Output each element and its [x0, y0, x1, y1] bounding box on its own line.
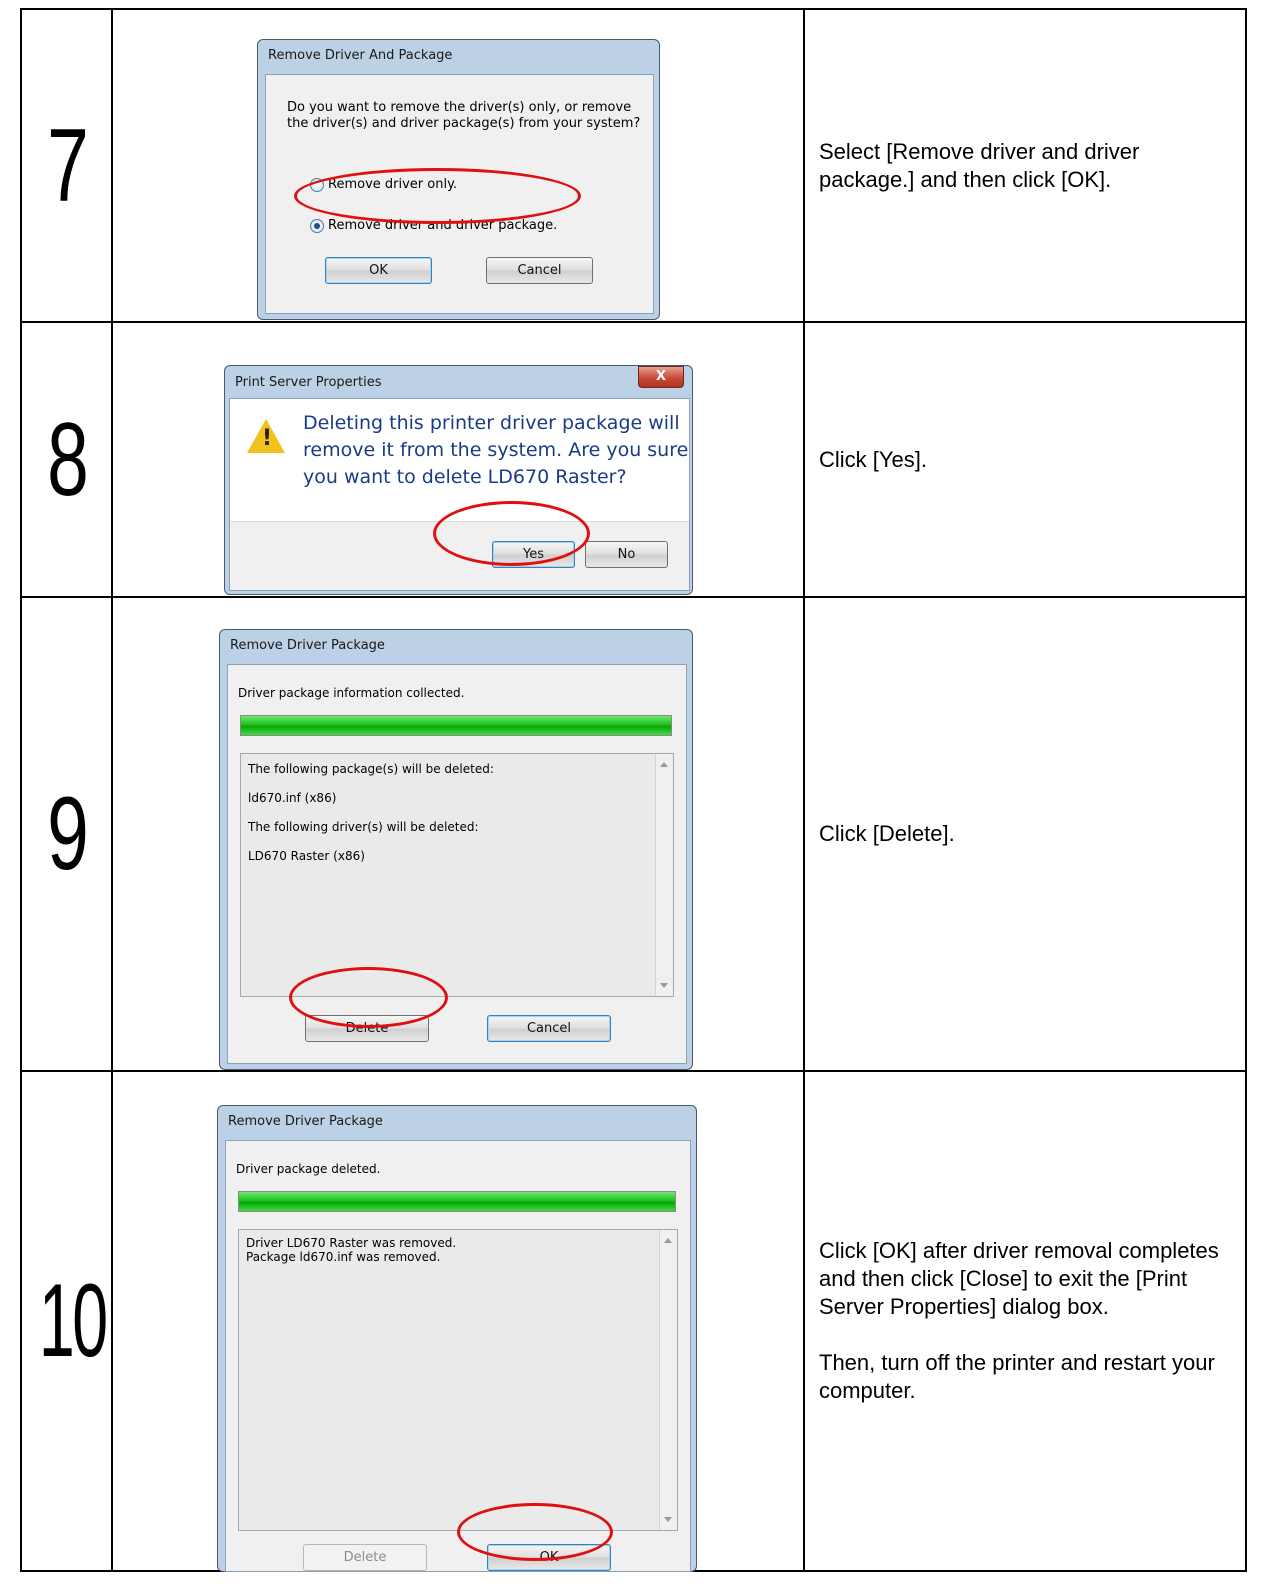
instruction-text: Click [Yes]. — [805, 446, 1245, 474]
instruction-text: Click [OK] after driver removal complete… — [805, 1237, 1245, 1405]
scroll-down-icon[interactable] — [664, 1517, 672, 1522]
instruction-text: Select [Remove driver and driver package… — [805, 138, 1245, 194]
instruction-paragraph: Click [Delete]. — [819, 821, 955, 846]
step-number-cell: 8 — [20, 321, 113, 598]
dialog-client: Driver package deleted. Driver LD670 Ras… — [225, 1140, 691, 1572]
highlight-oval — [433, 501, 590, 566]
dialog-question-line1: Do you want to remove the driver(s) only… — [287, 100, 632, 115]
radio-remove-driver-and-package[interactable] — [310, 219, 324, 233]
step-row: 9 Remove Driver Package Driver package i… — [20, 596, 1247, 1072]
dialog-client: ! Deleting this printer driver package w… — [229, 398, 690, 591]
step-number: 8 — [47, 401, 89, 518]
list-item: The following driver(s) will be deleted: — [248, 820, 479, 834]
instruction-paragraph: Select [Remove driver and driver package… — [819, 138, 1140, 192]
step-number-cell: 7 — [20, 8, 113, 323]
dialog-title: Remove Driver Package — [228, 1114, 383, 1129]
progress-bar — [238, 1191, 676, 1212]
scroll-down-icon[interactable] — [660, 983, 668, 988]
progress-bar — [240, 715, 672, 736]
cancel-button[interactable]: Cancel — [487, 1015, 611, 1042]
ok-button[interactable]: OK — [325, 257, 432, 284]
no-button[interactable]: No — [585, 541, 668, 568]
step-number-cell: 9 — [20, 596, 113, 1072]
instruction-cell: Select [Remove driver and driver package… — [803, 8, 1247, 323]
list-item: ld670.inf (x86) — [248, 791, 337, 805]
screenshot-cell: Remove Driver And Package Do you want to… — [111, 8, 805, 323]
screenshot-cell: Remove Driver Package Driver package inf… — [111, 596, 805, 1072]
instruction-paragraph: Click [OK] after driver removal complete… — [819, 1238, 1219, 1319]
step-number: 7 — [47, 107, 89, 224]
message-line3: you want to delete LD670 Raster? — [303, 466, 627, 488]
instruction-paragraph: Click [Yes]. — [819, 446, 928, 472]
dialog-question-line2: the driver(s) and driver package(s) from… — [287, 116, 641, 131]
instruction-paragraph: Then, turn off the printer and restart y… — [819, 1350, 1215, 1403]
screenshot-cell: Remove Driver Package Driver package del… — [111, 1070, 805, 1572]
highlight-oval — [294, 168, 581, 224]
package-listbox[interactable]: The following package(s) will be deleted… — [240, 753, 674, 997]
results-listbox[interactable]: Driver LD670 Raster was removed. Package… — [238, 1229, 678, 1531]
message-line2: remove it from the system. Are you sure — [303, 439, 689, 461]
step-row: 10 Remove Driver Package Driver package … — [20, 1070, 1247, 1572]
step-number-cell: 10 — [20, 1070, 113, 1572]
screenshot-cell: Print Server Properties X ! Deleting thi… — [111, 321, 805, 598]
instruction-text: Click [Delete]. — [805, 820, 1245, 848]
cancel-button[interactable]: Cancel — [486, 257, 593, 284]
highlight-oval — [289, 967, 448, 1028]
scroll-up-icon[interactable] — [660, 762, 668, 767]
scrollbar[interactable] — [655, 754, 673, 996]
dialog-title: Print Server Properties — [235, 375, 382, 390]
highlight-oval — [457, 1503, 613, 1561]
step-number: 9 — [47, 776, 89, 892]
warning-mark: ! — [262, 426, 273, 451]
close-icon[interactable]: X — [638, 366, 684, 388]
delete-button: Delete — [303, 1544, 427, 1571]
instruction-cell: Click [Yes]. — [803, 321, 1247, 598]
scrollbar[interactable] — [659, 1230, 677, 1530]
scroll-up-icon[interactable] — [664, 1238, 672, 1243]
print-server-properties-dialog: Print Server Properties X ! Deleting thi… — [224, 365, 693, 595]
status-text: Driver package information collected. — [238, 686, 465, 700]
instruction-cell: Click [Delete]. — [803, 596, 1247, 1072]
list-item: The following package(s) will be deleted… — [248, 762, 494, 776]
message-line1: Deleting this printer driver package wil… — [303, 412, 680, 434]
step-number: 10 — [38, 1263, 108, 1379]
remove-driver-package-dialog: Remove Driver Package Driver package del… — [217, 1105, 697, 1572]
dialog-title: Remove Driver And Package — [268, 48, 453, 63]
list-item: LD670 Raster (x86) — [248, 849, 365, 863]
instruction-cell: Click [OK] after driver removal complete… — [803, 1070, 1247, 1572]
status-text: Driver package deleted. — [236, 1162, 381, 1176]
step-row: 8 Print Server Properties X ! Deleting t… — [20, 321, 1247, 598]
step-row: 7 Remove Driver And Package Do you want … — [20, 8, 1247, 323]
list-item: Driver LD670 Raster was removed. — [246, 1236, 457, 1250]
list-item: Package ld670.inf was removed. — [246, 1250, 441, 1264]
dialog-title: Remove Driver Package — [230, 638, 385, 653]
steps-table: 7 Remove Driver And Package Do you want … — [20, 8, 1247, 1572]
